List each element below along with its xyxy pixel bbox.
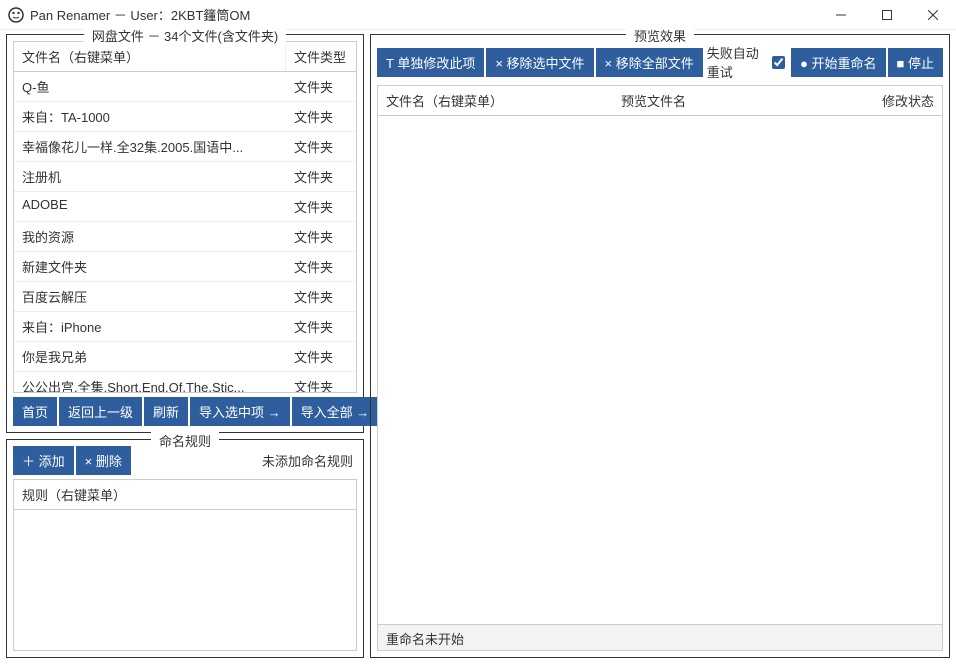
preview-legend: 预览效果 xyxy=(626,26,694,45)
files-table: 文件名（右键菜单） 文件类型 Q-鱼文件夹来自：TA-1000文件夹幸福像花儿一… xyxy=(13,41,357,393)
table-row[interactable]: 注册机文件夹 xyxy=(14,162,356,192)
file-type-cell: 文件夹 xyxy=(286,252,356,281)
file-name-cell: 幸福像花儿一样.全32集.2005.国语中... xyxy=(14,132,286,161)
file-type-cell: 文件夹 xyxy=(286,312,356,341)
file-name-cell: 我的资源 xyxy=(14,222,286,251)
home-button[interactable]: 首页 xyxy=(13,397,57,426)
rules-header: 规则（右键菜单） xyxy=(14,480,356,510)
preview-header-name[interactable]: 文件名（右键菜单） xyxy=(378,86,613,115)
file-name-cell: 新建文件夹 xyxy=(14,252,286,281)
table-row[interactable]: 来自：iPhone文件夹 xyxy=(14,312,356,342)
preview-table-body[interactable] xyxy=(377,116,943,625)
file-name-cell: 来自：iPhone xyxy=(14,312,286,341)
edit-single-button[interactable]: T 单独修改此项 xyxy=(377,48,484,77)
file-name-cell: 来自：TA-1000 xyxy=(14,102,286,131)
maximize-button[interactable] xyxy=(864,0,910,30)
file-name-cell: 公公出宫.全集.Short.End.Of.The.Stic... xyxy=(14,372,286,392)
remove-all-button[interactable]: × 移除全部文件 xyxy=(596,48,703,77)
rules-table[interactable]: 规则（右键菜单） xyxy=(13,479,357,651)
file-type-cell: 文件夹 xyxy=(286,372,356,392)
back-button[interactable]: 返回上一级 xyxy=(59,397,142,426)
file-name-cell: 你是我兄弟 xyxy=(14,342,286,371)
auto-retry-label[interactable]: 失败自动重试 xyxy=(707,43,785,81)
delete-rule-button[interactable]: × 删除 xyxy=(76,446,131,475)
status-bar: 重命名未开始 xyxy=(377,625,943,651)
preview-header-status[interactable]: 修改状态 xyxy=(862,86,942,115)
files-legend: 网盘文件 － 34个文件(含文件夹) xyxy=(84,26,286,45)
table-row[interactable]: Q-鱼文件夹 xyxy=(14,72,356,102)
table-row[interactable]: 来自：TA-1000文件夹 xyxy=(14,102,356,132)
minimize-button[interactable] xyxy=(818,0,864,30)
file-type-cell: 文件夹 xyxy=(286,162,356,191)
files-table-body[interactable]: Q-鱼文件夹来自：TA-1000文件夹幸福像花儿一样.全32集.2005.国语中… xyxy=(14,72,356,392)
preview-groupbox: 预览效果 T 单独修改此项 × 移除选中文件 × 移除全部文件 失败自动重试 ●… xyxy=(370,34,950,658)
stop-button[interactable]: ■ 停止 xyxy=(888,48,943,77)
table-row[interactable]: 新建文件夹文件夹 xyxy=(14,252,356,282)
window-title: Pan Renamer － User：2KBT籦筒OM xyxy=(30,5,818,24)
file-type-cell: 文件夹 xyxy=(286,102,356,131)
rules-groupbox: 命名规则 ＋ 添加 × 删除 未添加命名规则 规则（右键菜单） xyxy=(6,439,364,658)
file-type-cell: 文件夹 xyxy=(286,132,356,161)
table-row[interactable]: 公公出宫.全集.Short.End.Of.The.Stic...文件夹 xyxy=(14,372,356,392)
table-row[interactable]: ADOBE文件夹 xyxy=(14,192,356,222)
add-rule-button[interactable]: ＋ 添加 xyxy=(13,446,74,475)
files-groupbox: 网盘文件 － 34个文件(含文件夹) 文件名（右键菜单） 文件类型 Q-鱼文件夹… xyxy=(6,34,364,433)
start-rename-button[interactable]: ● 开始重命名 xyxy=(791,48,885,77)
import-selected-button[interactable]: 导入选中项 → xyxy=(190,397,290,426)
app-icon xyxy=(8,7,24,23)
table-row[interactable]: 你是我兄弟文件夹 xyxy=(14,342,356,372)
table-row[interactable]: 百度云解压文件夹 xyxy=(14,282,356,312)
file-name-cell: 注册机 xyxy=(14,162,286,191)
file-type-cell: 文件夹 xyxy=(286,72,356,101)
file-type-cell: 文件夹 xyxy=(286,342,356,371)
import-all-button[interactable]: 导入全部 → xyxy=(292,397,379,426)
table-row[interactable]: 幸福像花儿一样.全32集.2005.国语中...文件夹 xyxy=(14,132,356,162)
refresh-button[interactable]: 刷新 xyxy=(144,397,188,426)
file-name-cell: Q-鱼 xyxy=(14,72,286,101)
files-header-name[interactable]: 文件名（右键菜单） xyxy=(14,42,286,71)
file-type-cell: 文件夹 xyxy=(286,222,356,251)
files-header-type[interactable]: 文件类型 xyxy=(286,42,356,71)
close-button[interactable] xyxy=(910,0,956,30)
file-name-cell: ADOBE xyxy=(14,192,286,221)
rules-legend: 命名规则 xyxy=(151,431,219,450)
table-row[interactable]: 我的资源文件夹 xyxy=(14,222,356,252)
auto-retry-checkbox[interactable] xyxy=(772,55,785,70)
file-type-cell: 文件夹 xyxy=(286,192,356,221)
preview-header-preview[interactable]: 预览文件名 xyxy=(613,86,862,115)
file-name-cell: 百度云解压 xyxy=(14,282,286,311)
remove-selected-button[interactable]: × 移除选中文件 xyxy=(486,48,593,77)
auto-retry-text: 失败自动重试 xyxy=(707,43,768,81)
rules-empty-hint: 未添加命名规则 xyxy=(262,451,357,470)
file-type-cell: 文件夹 xyxy=(286,282,356,311)
